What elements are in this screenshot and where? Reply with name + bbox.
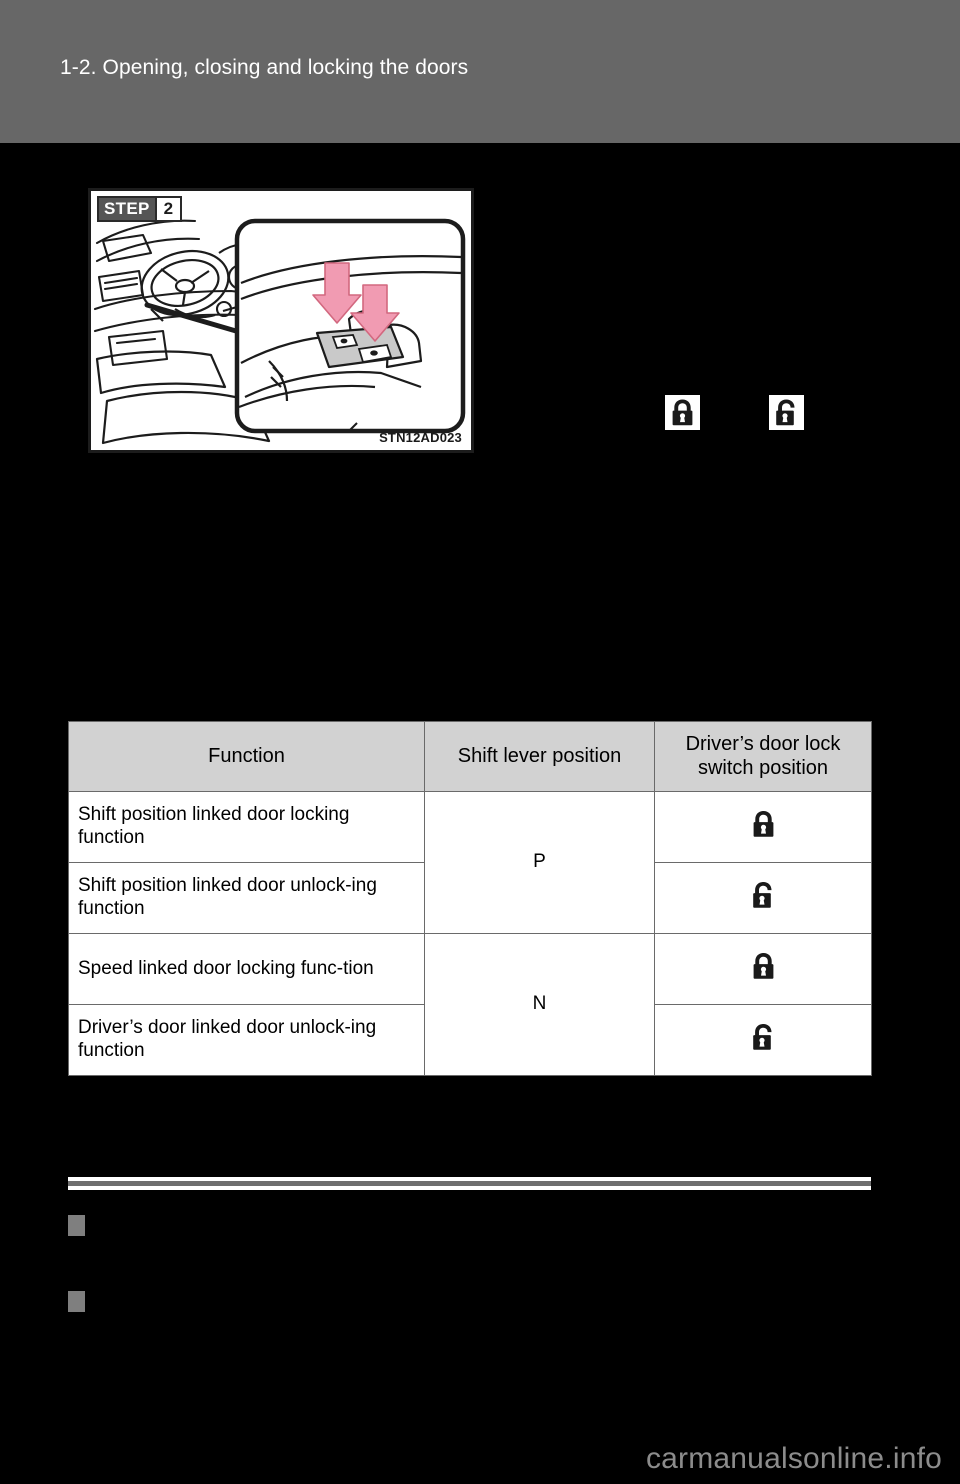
section-block-2 [68, 1291, 96, 1312]
column-header-switch-position: Driver’s door lock switch position [654, 721, 872, 792]
page-title: 1-2. Opening, closing and locking the do… [60, 56, 469, 79]
table-row: Shift position linked door locking funct… [68, 791, 872, 934]
illustration-code: STN12AD023 [379, 430, 462, 445]
table-header-row: Function Shift lever position Driver’s d… [68, 721, 872, 792]
cell-switch-position [654, 862, 872, 934]
section-bullet-icon [68, 1291, 85, 1312]
step-badge: STEP 2 [97, 196, 183, 222]
step-badge-number: 2 [156, 198, 181, 220]
cell-function: Shift position linked door unlock-ing fu… [68, 862, 425, 934]
lock-state-legend [665, 395, 804, 430]
lock-icon-glyph [672, 399, 693, 426]
page-content: STEP 2 STN12AD023 Function Shift lever p… [0, 143, 960, 1484]
lock-icon-glyph [753, 810, 773, 837]
section-bullet-icon [68, 1215, 85, 1236]
cell-switch-position [654, 933, 872, 1005]
cell-function: Shift position linked door locking funct… [68, 791, 425, 863]
unlock-icon [750, 1022, 777, 1052]
page-header-band: 1-2. Opening, closing and locking the do… [0, 0, 960, 143]
column-header-function: Function [68, 721, 425, 792]
cell-function: Driver’s door linked door unlock-ing fun… [68, 1004, 425, 1076]
divider-line-bottom [68, 1186, 871, 1190]
unlock-icon-glyph [776, 399, 795, 426]
column-header-shift-lever: Shift lever position [424, 721, 655, 792]
cell-shift-position: N [424, 933, 655, 1076]
illustration-canvas [91, 191, 471, 450]
cell-switch-position [654, 791, 872, 863]
lock-icon [750, 809, 777, 839]
unlock-icon-glyph [752, 881, 771, 908]
cell-shift-position: P [424, 791, 655, 934]
section-divider [68, 1177, 871, 1191]
cell-switch-position [654, 1004, 872, 1076]
site-watermark: carmanualsonline.info [645, 1442, 942, 1475]
unlock-icon-glyph [752, 1023, 771, 1050]
step-badge-label: STEP [99, 198, 155, 220]
lock-icon-glyph [753, 952, 773, 979]
door-lock-function-table: Function Shift lever position Driver’s d… [68, 721, 872, 1076]
unlock-icon [750, 880, 777, 910]
vehicle-interior-drawing [91, 191, 471, 450]
lock-icon [750, 951, 777, 981]
section-block-1 [68, 1215, 96, 1236]
cell-function: Speed linked door locking func-tion [68, 933, 425, 1005]
step-illustration: STEP 2 STN12AD023 [88, 188, 474, 453]
unlock-icon [769, 395, 804, 430]
lock-icon [665, 395, 700, 430]
table-row: Speed linked door locking func-tion N [68, 933, 872, 1076]
